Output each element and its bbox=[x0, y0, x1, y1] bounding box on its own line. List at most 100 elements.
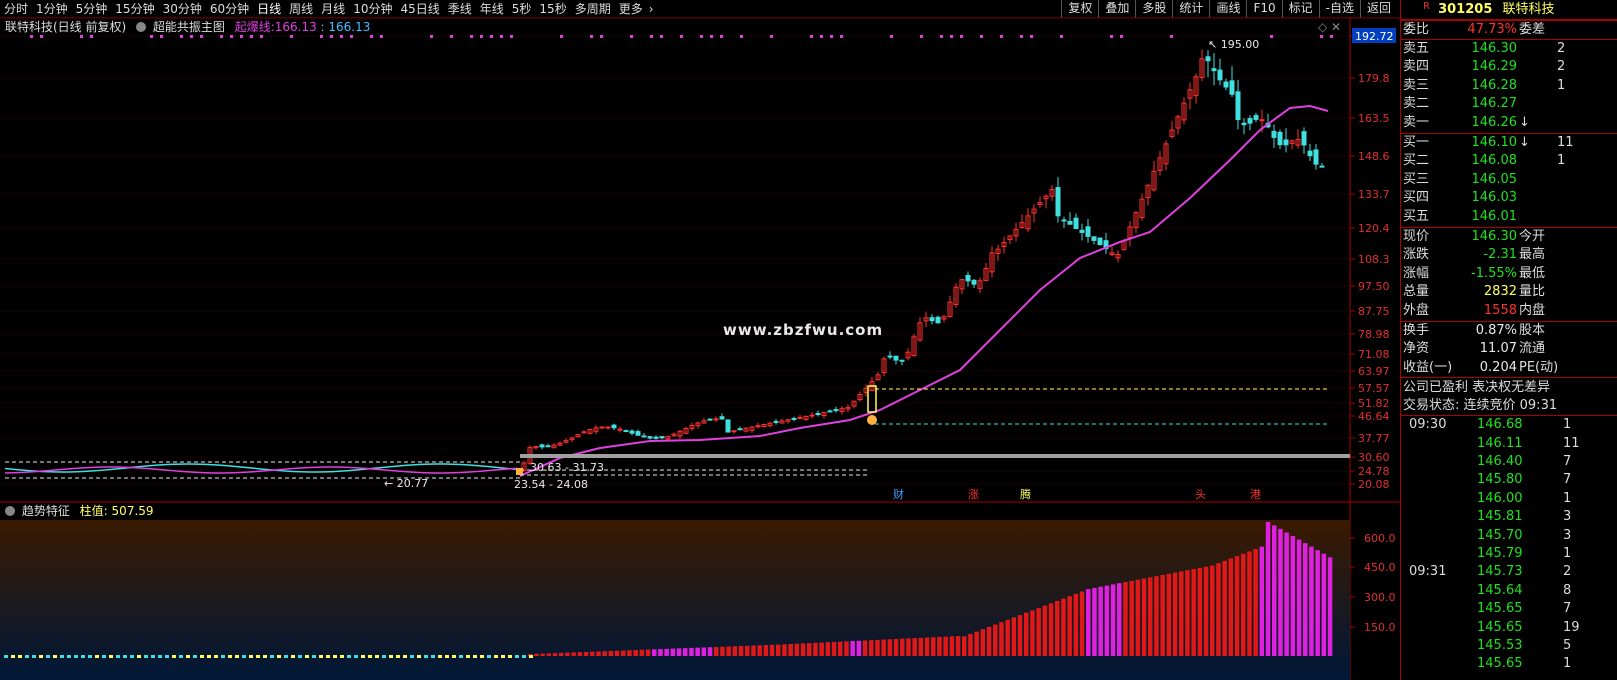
kline-chart[interactable]: 30.63 - 31.73 23.54 - 24.08 ← 20.77 ↖ 195.0… bbox=[0, 0, 1400, 680]
trend-bar bbox=[602, 651, 607, 656]
sub-tick-label: 150.0 bbox=[1364, 621, 1396, 634]
trend-bar bbox=[825, 642, 831, 656]
candle-body bbox=[737, 428, 743, 431]
price-tick-label: 133.7 bbox=[1358, 188, 1390, 201]
ask-levels: 卖五 146.30 2 卖四 146.29 2 卖三 146.28 1 卖二 146.27 卖一 146… bbox=[1401, 38, 1617, 133]
trend-bar bbox=[937, 636, 942, 656]
baseline-dot bbox=[193, 655, 197, 658]
qibao-ma-line bbox=[519, 104, 1329, 477]
trend-bar bbox=[590, 651, 595, 656]
candle-body bbox=[731, 430, 737, 433]
candle-body bbox=[1283, 139, 1289, 146]
trend-bar bbox=[1321, 553, 1327, 656]
candle-body bbox=[707, 418, 713, 421]
sub-tick-label: 450.0 bbox=[1364, 561, 1396, 574]
baseline-dot bbox=[347, 655, 351, 658]
trend-bar bbox=[1104, 585, 1110, 656]
baseline-dot bbox=[144, 655, 148, 658]
signal-dot bbox=[340, 35, 343, 38]
signal-dot bbox=[650, 35, 653, 38]
trend-bar bbox=[844, 641, 849, 656]
price-tick-label: 20.08 bbox=[1358, 478, 1390, 491]
trend-bar bbox=[813, 642, 818, 656]
trend-bar bbox=[906, 638, 911, 656]
baseline-dot bbox=[375, 655, 379, 658]
tick-row: 145.53 5 bbox=[1401, 637, 1617, 655]
signal-dot bbox=[590, 35, 593, 38]
price-tick-label: 57.57 bbox=[1358, 382, 1390, 395]
trend-bar bbox=[1290, 536, 1296, 656]
baseline-dot bbox=[172, 655, 176, 658]
trend-bar bbox=[540, 653, 545, 656]
signal-dot bbox=[510, 35, 513, 38]
baseline-dot bbox=[361, 655, 365, 658]
baseline-dot bbox=[312, 655, 316, 658]
trend-bar bbox=[1042, 605, 1048, 656]
event-marker-1: 涨 bbox=[968, 488, 979, 501]
baseline-dot bbox=[214, 655, 218, 658]
weibi-value: 47.73% bbox=[1467, 22, 1517, 37]
breakout-signal-dot bbox=[867, 415, 877, 425]
quote-row-4-value: 1558 bbox=[1483, 302, 1517, 318]
candle-body bbox=[719, 416, 725, 420]
trend-bar bbox=[571, 652, 576, 656]
signal-dot bbox=[830, 35, 833, 38]
ask-level-2-label: 卖三 bbox=[1403, 77, 1430, 93]
trend-bar bbox=[726, 646, 731, 656]
signal-dot bbox=[740, 35, 743, 38]
baseline-dot bbox=[81, 655, 85, 658]
trend-bar bbox=[1117, 583, 1122, 656]
trend-bar bbox=[732, 646, 738, 656]
tick-list[interactable]: 09:30 146.68 1 146.11 11 146.40 7 145.80 7 146.00… bbox=[1401, 415, 1617, 673]
baseline-dot bbox=[326, 655, 330, 658]
trend-bar bbox=[1222, 560, 1227, 656]
tick-price: 146.40 bbox=[1477, 454, 1523, 470]
tick-row: 145.81 3 bbox=[1401, 508, 1617, 526]
tick-time: 09:31 bbox=[1409, 564, 1447, 580]
signal-dot bbox=[890, 35, 893, 38]
signal-dot bbox=[1060, 35, 1063, 38]
signal-dot bbox=[350, 35, 353, 38]
candle-body bbox=[1247, 118, 1253, 124]
signal-dot bbox=[180, 35, 183, 38]
trend-bar bbox=[794, 643, 800, 656]
signal-dot bbox=[450, 35, 453, 38]
candle-body bbox=[641, 435, 647, 438]
trend-bar bbox=[887, 639, 893, 656]
event-marker-3: 头 bbox=[1195, 488, 1206, 501]
quote2-row-0-extra: 股本 bbox=[1519, 322, 1546, 338]
baseline-dot bbox=[67, 655, 71, 658]
trend-bar bbox=[695, 647, 700, 656]
trend-bar bbox=[720, 646, 725, 656]
candle-body bbox=[1307, 150, 1313, 157]
bid-level-3-value: 146.03 bbox=[1471, 190, 1518, 206]
quote2-row-1: 净资 11.07 流通 bbox=[1401, 340, 1617, 359]
current-price-label: 192.72 bbox=[1355, 30, 1394, 43]
quote-row-3-label: 总量 bbox=[1403, 284, 1430, 300]
trend-bar bbox=[559, 652, 564, 656]
event-marker-2: 腾 bbox=[1020, 487, 1031, 501]
ask-level-0-vol: 2 bbox=[1557, 40, 1566, 56]
trend-bar bbox=[1098, 586, 1103, 656]
baseline-dot bbox=[179, 655, 183, 658]
sub-indicator-name[interactable]: 趋势特征 bbox=[22, 504, 70, 518]
trend-bar bbox=[1086, 589, 1091, 656]
trend-bar bbox=[664, 648, 669, 656]
start-signal-dot bbox=[516, 468, 523, 475]
candle-body bbox=[827, 410, 833, 413]
trend-bar bbox=[986, 626, 992, 656]
signal-dot bbox=[1110, 35, 1113, 38]
trend-bar bbox=[552, 653, 558, 656]
price-tick-label: 87.75 bbox=[1358, 305, 1390, 318]
baseline-dot bbox=[263, 655, 267, 658]
candle-body bbox=[1091, 236, 1097, 241]
bid-level-2: 买三 146.05 bbox=[1401, 171, 1617, 190]
trend-bar bbox=[962, 636, 967, 656]
trend-bar bbox=[1036, 608, 1041, 656]
sub-indicator-menu-icon[interactable] bbox=[5, 506, 15, 516]
trend-bar bbox=[782, 644, 787, 656]
candle-body bbox=[773, 420, 779, 423]
candle-body bbox=[1229, 80, 1235, 95]
baseline-dot bbox=[137, 655, 141, 658]
range-label-1: 30.63 - 31.73 bbox=[530, 461, 604, 474]
